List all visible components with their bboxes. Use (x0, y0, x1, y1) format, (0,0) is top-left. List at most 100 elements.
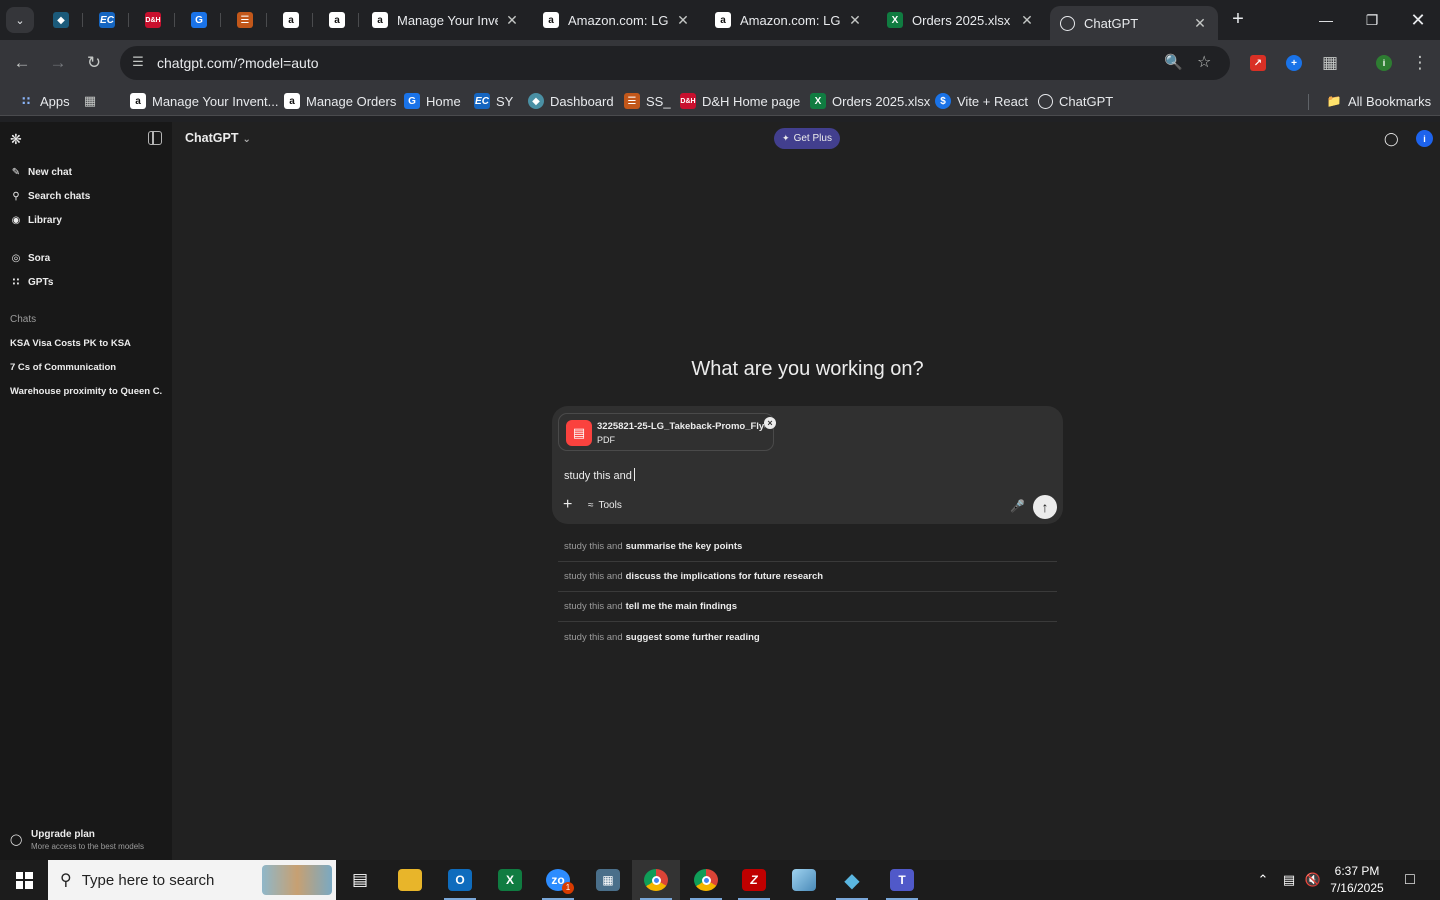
amazon-icon: a (715, 12, 731, 28)
tools-button[interactable]: ≈ Tools (588, 500, 622, 511)
taskbar-chrome-2[interactable] (682, 860, 730, 900)
suggestion-item[interactable]: study this and tell me the main findings (558, 592, 1057, 622)
browser-menu-icon[interactable]: ⋮ (1408, 51, 1432, 75)
taskbar-chrome[interactable] (632, 860, 680, 900)
chat-history-item[interactable]: KSA Visa Costs PK to KSA (10, 338, 162, 349)
bookmark-manage-inventory[interactable]: a Manage Your Invent... (130, 90, 278, 112)
bookmark-label: SS_ (646, 93, 671, 109)
show-hidden-icons-button[interactable]: ⌃ (1252, 860, 1274, 900)
pinned-tab-1[interactable]: ◆ (46, 8, 76, 32)
bookmark-orders-xlsx[interactable]: X Orders 2025.xlsx (810, 90, 930, 112)
taskbar-excel[interactable]: X (486, 860, 534, 900)
pinned-tab-2[interactable]: EC (92, 8, 122, 32)
taskbar-vite-app[interactable]: ◆ (828, 860, 876, 900)
close-icon[interactable]: ✕ (504, 12, 520, 29)
close-icon[interactable]: ✕ (675, 12, 691, 29)
tab-orders-xlsx[interactable]: X Orders 2025.xlsx ✕ (877, 6, 1045, 34)
close-window-button[interactable]: ✕ (1395, 6, 1440, 34)
back-button[interactable]: ← (10, 51, 34, 75)
tab-amazon-lg-2[interactable]: a Amazon.com: LG 2 ✕ (533, 6, 701, 34)
url-text: chatgpt.com/?model=auto (157, 55, 319, 71)
model-selector[interactable]: ChatGPT ⌄ (185, 131, 251, 145)
avatar[interactable]: i (1416, 130, 1433, 147)
add-attachment-button[interactable]: + (563, 496, 572, 514)
pinned-tab-6[interactable]: a (276, 8, 306, 32)
suggestion-item[interactable]: study this and summarise the key points (558, 532, 1057, 562)
extension-blue-icon[interactable]: + (1282, 51, 1306, 75)
taskbar-search[interactable]: ⚲ Type here to search (48, 860, 336, 900)
bookmark-sy[interactable]: EC SY (474, 90, 513, 112)
task-view-button[interactable]: ▤ (336, 860, 384, 900)
pinned-tab-7[interactable]: a (322, 8, 352, 32)
chat-history-item[interactable]: 7 Cs of Communication (10, 362, 162, 373)
sidebar-item-search-chats[interactable]: ⚲ Search chats (10, 187, 90, 205)
tab-chatgpt[interactable]: ChatGPT ✕ (1050, 6, 1218, 40)
taskbar-filezilla[interactable]: Z (730, 860, 778, 900)
suggestion-item[interactable]: study this and discuss the implications f… (558, 562, 1057, 592)
close-icon[interactable]: ✕ (847, 12, 863, 29)
vite-icon: $ (935, 93, 951, 109)
pinned-tab-5[interactable]: ☰ (230, 8, 260, 32)
bookmark-apps[interactable]: ∷ Apps (18, 90, 70, 112)
site-info-icon[interactable]: ☰ (129, 54, 147, 72)
g-icon: G (191, 12, 207, 28)
prompt-composer[interactable]: ▤ 3225821-25-LG_Takeback-Promo_Flyer PDF… (552, 406, 1063, 524)
sidebar-item-library[interactable]: ◉ Library (10, 211, 62, 229)
pinned-tab-3[interactable]: D&H (138, 8, 168, 32)
taskbar-notes-app[interactable] (780, 860, 828, 900)
prompt-suggestions: study this and summarise the key points s… (558, 532, 1057, 652)
address-bar[interactable]: ☰ chatgpt.com/?model=auto 🔍 ☆ (120, 46, 1230, 80)
openai-logo-icon[interactable]: ❋ (10, 131, 26, 147)
taskbar-outlook[interactable]: O (436, 860, 484, 900)
network-icon[interactable]: ▤ (1278, 860, 1300, 900)
suggestion-item[interactable]: study this and suggest some further readi… (558, 622, 1057, 652)
sidebar-item-gpts[interactable]: ∷ GPTs (10, 273, 54, 291)
tab-manage-inventory[interactable]: a Manage Your Inver ✕ (362, 6, 530, 34)
get-plus-button[interactable]: ✦ Get Plus (774, 128, 840, 149)
all-bookmarks[interactable]: 📁 All Bookmarks (1326, 90, 1432, 112)
pinned-tab-4[interactable]: G (184, 8, 214, 32)
bookmark-home[interactable]: G Home (404, 90, 461, 112)
bookmark-chatgpt[interactable]: ChatGPT (1038, 90, 1113, 112)
sidebar-item-new-chat[interactable]: ✎ New chat (10, 163, 72, 181)
close-icon[interactable]: ✕ (1019, 12, 1035, 29)
prompt-input[interactable]: study this and (564, 468, 635, 482)
tab-groups-button[interactable]: ▦ (82, 90, 104, 112)
profile-avatar[interactable]: i (1372, 51, 1396, 75)
chevron-down-icon: ⌄ (242, 134, 251, 145)
bookmark-dashboard[interactable]: ◆ Dashboard (528, 90, 614, 112)
taskbar-zoom[interactable]: zo 1 (534, 860, 582, 900)
tab-search-button[interactable]: ⌄ (6, 7, 34, 33)
taskbar-file-explorer[interactable] (386, 860, 434, 900)
start-button[interactable] (0, 860, 48, 900)
sidebar-toggle-icon[interactable] (148, 131, 162, 145)
chat-history-item[interactable]: Warehouse proximity to Queen C... (10, 386, 162, 397)
bookmark-dh-home[interactable]: D&H D&H Home page (680, 90, 800, 112)
taskbar-calculator[interactable]: ▦ (584, 860, 632, 900)
notifications-icon[interactable]: □ (1396, 860, 1424, 900)
send-button[interactable]: ↑ (1033, 495, 1057, 519)
extension-pdf-icon[interactable]: ↗ (1246, 51, 1270, 75)
bookmark-star-icon[interactable]: ☆ (1197, 52, 1211, 72)
new-tab-button[interactable]: + (1226, 8, 1250, 32)
forward-button[interactable]: → (46, 51, 70, 75)
volume-muted-icon[interactable]: 🔇 (1302, 860, 1324, 900)
taskbar-clock[interactable]: 6:37 PM 7/16/2025 (1326, 863, 1388, 897)
tab-amazon-lg-5[interactable]: a Amazon.com: LG 5 ✕ (705, 6, 873, 34)
temporary-chat-icon[interactable]: ◯ (1384, 131, 1399, 147)
reload-button[interactable]: ↻ (82, 51, 106, 75)
bookmark-vite-react[interactable]: $ Vite + React (935, 90, 1028, 112)
zoom-icon[interactable]: 🔍 (1164, 53, 1183, 71)
extensions-puzzle-icon[interactable]: ▦ (1318, 51, 1342, 75)
taskbar-teams[interactable]: T (878, 860, 926, 900)
file-attachment[interactable]: ▤ 3225821-25-LG_Takeback-Promo_Flyer PDF… (558, 413, 776, 451)
upgrade-plan-button[interactable]: ◯ Upgrade plan More access to the best m… (10, 827, 170, 855)
bookmark-manage-orders[interactable]: a Manage Orders (284, 90, 396, 112)
bookmark-ss[interactable]: ☰ SS_ (624, 90, 671, 112)
sidebar-item-sora[interactable]: ◎ Sora (10, 249, 51, 267)
remove-attachment-icon[interactable]: × (764, 417, 776, 429)
microphone-icon[interactable]: 🎤 (1010, 499, 1025, 513)
close-icon[interactable]: ✕ (1192, 15, 1208, 32)
restore-button[interactable]: ❐ (1349, 6, 1395, 34)
minimize-button[interactable]: — (1303, 6, 1349, 34)
